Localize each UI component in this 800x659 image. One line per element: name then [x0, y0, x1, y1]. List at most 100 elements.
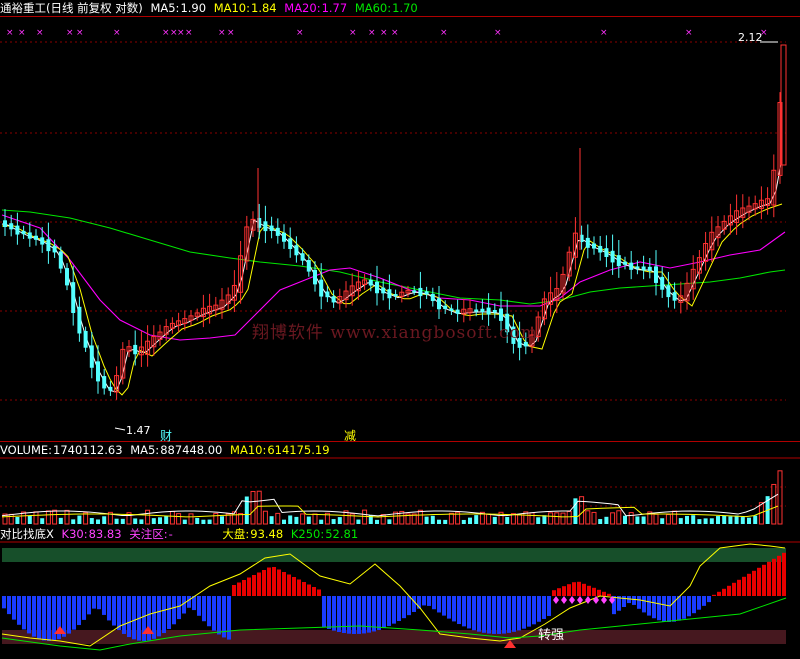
event-marker: × — [177, 28, 185, 38]
down-candle — [282, 232, 286, 242]
volume-bar — [728, 516, 733, 524]
indicator-bar — [387, 596, 391, 627]
indicator-panel[interactable]: 对比找底X K30:83.83 关注区:- 大盘:93.48 K250:52.8… — [0, 526, 800, 659]
volume-bar — [77, 515, 82, 524]
volume-label: VOLUME: — [0, 443, 53, 457]
focus-diamond — [553, 596, 559, 604]
indicator-bar — [72, 596, 76, 630]
watermark: 翔博软件 www.xiangbosoft.com — [252, 323, 538, 343]
volume-bar — [188, 513, 194, 525]
down-candle — [418, 287, 423, 297]
indicator-bar — [447, 596, 451, 619]
indicator-bar — [82, 596, 86, 620]
down-candle — [325, 291, 330, 298]
indicator-chart[interactable] — [0, 526, 800, 659]
indicator-bar — [507, 596, 511, 633]
down-candle — [480, 308, 485, 313]
event-marker: × — [685, 28, 693, 38]
indicator-bar — [32, 596, 36, 637]
volume-panel[interactable]: VOLUME:1740112.63 MA5:887448.00 MA10:614… — [0, 442, 800, 526]
volume-bar — [52, 509, 58, 525]
volume-ma5-line — [1, 493, 779, 517]
low-marker-arrow — [114, 427, 126, 431]
indicator-bar — [87, 596, 91, 615]
indicator-bar — [227, 596, 231, 640]
down-candle — [77, 306, 82, 334]
volume-bar — [114, 518, 119, 524]
volume-bar — [27, 515, 32, 524]
high-price-marker: 2.12 — [738, 31, 763, 44]
event-marker: × — [296, 28, 304, 38]
indicator-bar — [377, 596, 381, 630]
indicator-bar — [287, 574, 291, 596]
down-candle — [666, 285, 671, 298]
down-candle — [21, 230, 26, 235]
event-marker: × — [76, 28, 84, 38]
k250-label: K250: — [290, 527, 325, 541]
volume-bar — [269, 516, 274, 524]
indicator-bar — [682, 596, 686, 619]
indicator-bar — [307, 584, 311, 596]
indicator-bar — [777, 555, 781, 596]
price-header: 通裕重工(日线 前复权 对数) MA5:1.90 MA10:1.84 MA20:… — [0, 0, 422, 16]
volume-bar — [424, 516, 429, 524]
down-candle — [387, 289, 392, 299]
indicator-bar — [692, 596, 696, 614]
focus-diamond — [601, 596, 607, 604]
down-candle — [492, 310, 497, 313]
indicator-bar — [112, 596, 116, 626]
event-marker: × — [18, 28, 26, 38]
indicator-bar — [647, 596, 651, 616]
indicator-bar — [277, 569, 281, 596]
indicator-bar — [407, 596, 411, 616]
event-marker: × — [380, 28, 388, 38]
indicator-bar — [582, 583, 586, 596]
down-candle — [641, 266, 646, 271]
indicator-bar — [652, 596, 656, 619]
down-candle — [635, 266, 640, 269]
indicator-bar — [607, 593, 611, 596]
volume-bar — [362, 509, 368, 525]
indicator-bar — [427, 596, 431, 606]
indicator-bar — [2, 596, 6, 609]
down-candle — [319, 279, 324, 297]
indicator-bar — [397, 596, 401, 622]
indicator-bar — [547, 596, 551, 616]
volume-bar — [517, 514, 523, 525]
focus-diamond — [585, 596, 591, 604]
volume-bar — [703, 518, 708, 524]
volume-bar — [566, 511, 572, 525]
indicator-bar — [572, 582, 576, 596]
indicator-bar — [212, 596, 216, 631]
price-panel[interactable]: × × × × × × × × × × × × × × × × × × × × × × 通裕重工(日线 前复权 对数) M… — [0, 0, 800, 442]
indicator-bar — [217, 596, 221, 635]
volume-bar — [771, 483, 777, 525]
volume-bar — [262, 510, 268, 525]
indicator-bar — [557, 588, 561, 596]
down-candle — [672, 292, 677, 301]
volume-bar — [319, 519, 324, 524]
down-candle — [83, 330, 88, 348]
down-candle — [598, 245, 603, 253]
volume-bar — [691, 515, 696, 524]
indicator-bar — [527, 596, 531, 627]
volume-bar — [747, 517, 751, 524]
price-chart[interactable]: × × × × × × × × × × × × × × × × × × × × × × — [0, 0, 800, 442]
indicator-bar — [207, 596, 211, 627]
volume-bar — [64, 509, 70, 525]
down-candle — [294, 245, 299, 256]
vol-ma10-label: MA10: — [230, 443, 267, 457]
indicator-bar — [12, 596, 16, 620]
indicator-header: 对比找底X K30:83.83 关注区:- 大盘:93.48 K250:52.8… — [0, 526, 362, 542]
down-candle — [592, 243, 596, 249]
indicator-bar — [117, 596, 121, 631]
k30-value: 83.83 — [88, 527, 122, 541]
indicator-bar — [437, 596, 441, 613]
down-candle — [40, 237, 45, 245]
indicator-bar — [782, 552, 786, 596]
indicator-bar — [412, 596, 416, 612]
volume-bar — [734, 515, 739, 524]
indicator-bar — [132, 596, 136, 640]
market-label: 大盘: — [222, 527, 250, 541]
indicator-bar — [297, 579, 301, 596]
